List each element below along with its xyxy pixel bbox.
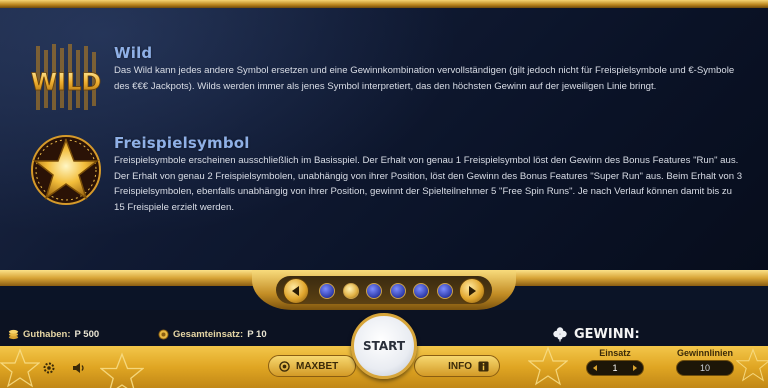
gesamteinsatz-label: Gesamteinsatz: <box>173 329 244 340</box>
gewinnlinien-value: 10 <box>699 363 710 373</box>
page-dot[interactable] <box>436 283 453 299</box>
target-icon <box>279 360 290 372</box>
guthaben-value: P 500 <box>74 329 100 340</box>
gear-icon[interactable] <box>42 361 56 375</box>
page-dot[interactable] <box>319 283 335 299</box>
page-dot[interactable] <box>366 283 382 299</box>
einsatz-label: Einsatz <box>599 348 631 358</box>
freispiel-description: Freispielsymbole erscheinen ausschließli… <box>114 155 743 213</box>
guthaben-display: Guthaben: P 500 <box>8 329 99 340</box>
clover-icon <box>553 327 567 342</box>
gewinn-display: GEWINN: <box>552 326 640 342</box>
info-icon <box>478 360 489 372</box>
info-button[interactable]: INFO <box>414 355 500 377</box>
start-label: START <box>362 339 406 353</box>
wild-symbol-icon: WILD <box>30 44 102 110</box>
freispiel-title: Freispielsymbol <box>114 134 250 152</box>
start-button[interactable]: START <box>351 313 417 379</box>
einsatz-stepper[interactable]: 1 <box>586 360 644 376</box>
svg-text:WILD: WILD <box>31 68 102 96</box>
gewinn-label: GEWINN: <box>574 326 640 342</box>
arrow-left-icon <box>292 286 299 296</box>
increase-icon[interactable] <box>631 364 639 372</box>
wild-title: Wild <box>114 44 153 62</box>
gesamteinsatz-display: Gesamteinsatz: P 10 <box>158 329 267 340</box>
arrow-right-icon <box>469 286 476 296</box>
page-dot[interactable] <box>342 283 359 299</box>
guthaben-label: Guthaben: <box>23 329 71 340</box>
page-dot[interactable] <box>389 283 406 299</box>
info-label: INFO <box>448 360 472 372</box>
top-gold-border <box>0 0 768 8</box>
gesamteinsatz-value: P 10 <box>247 329 267 340</box>
einsatz-value: 1 <box>612 363 618 373</box>
page-dot[interactable] <box>413 283 429 299</box>
chip-icon <box>158 329 169 340</box>
maxbet-label: MAXBET <box>296 360 339 372</box>
speaker-icon[interactable] <box>72 361 86 375</box>
einsatz-control: Einsatz 1 <box>586 348 644 376</box>
prev-page-button[interactable] <box>283 278 309 304</box>
gewinnlinien-value-box: 10 <box>676 360 734 376</box>
star-decoration-icon <box>0 348 40 388</box>
gewinnlinien-control: Gewinnlinien 10 <box>676 348 734 376</box>
wild-description: Das Wild kann jedes andere Symbol ersetz… <box>114 65 735 92</box>
star-symbol-icon <box>31 135 101 205</box>
coins-icon <box>8 329 19 340</box>
maxbet-button[interactable]: MAXBET <box>268 355 356 377</box>
next-page-button[interactable] <box>459 278 485 304</box>
decrease-icon[interactable] <box>591 364 599 372</box>
star-decoration-icon <box>528 346 568 386</box>
star-decoration-icon <box>736 348 768 382</box>
gewinnlinien-label: Gewinnlinien <box>676 348 733 358</box>
star-decoration-icon <box>100 352 144 388</box>
paytable-panel: WILD Wild Das Wild kann jedes andere Sym… <box>0 8 768 272</box>
